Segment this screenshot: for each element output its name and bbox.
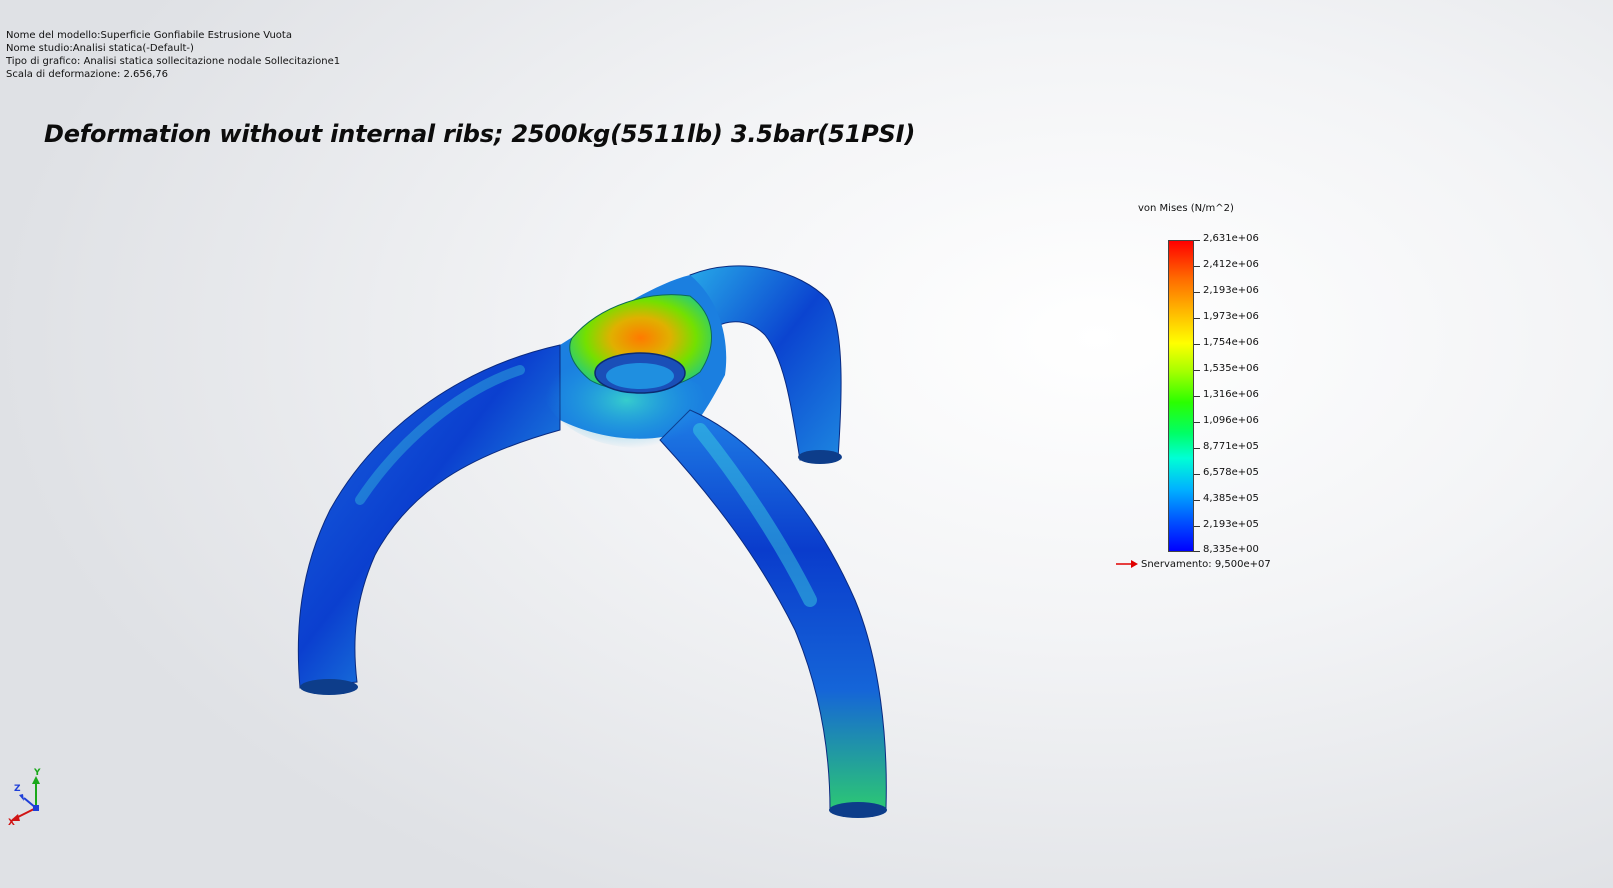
legend-tick [1194,396,1200,397]
legend-tick-label: 8,771e+05 [1203,441,1259,452]
axis-z-label: Z [14,784,21,794]
legend-tick [1194,500,1200,501]
hub-opening-inner [606,363,674,389]
stress-legend[interactable]: von Mises (N/m^2) 2,631e+06 2,412e+06 2,… [1116,200,1330,590]
legend-tick [1194,526,1200,527]
legend-tick-label: 2,193e+06 [1203,285,1259,296]
legend-tick [1194,551,1200,552]
yield-strength-label: Snervamento: 9,500e+07 [1141,558,1271,570]
legend-color-bar [1168,240,1194,552]
legend-tick [1194,240,1200,241]
legend-tick [1194,448,1200,449]
legend-tick [1194,318,1200,319]
legend-tick-label: 2,412e+06 [1203,259,1259,270]
yield-indicator: Snervamento: 9,500e+07 [1115,557,1271,571]
back-foot [798,450,842,464]
legend-tick-label: 1,535e+06 [1203,363,1259,374]
yield-arrow-icon [1116,560,1138,568]
legend-tick-label: 8,335e+00 [1203,544,1259,555]
left-foot [300,679,358,695]
legend-tick [1194,370,1200,371]
legend-tick [1194,474,1200,475]
legend-tick-label: 6,578e+05 [1203,467,1259,478]
legend-tick-label: 1,973e+06 [1203,311,1259,322]
legend-tick-label: 2,193e+05 [1203,519,1259,530]
legend-tick-label: 2,631e+06 [1203,233,1259,244]
legend-tick [1194,344,1200,345]
stress-plot-model[interactable] [0,0,1613,888]
axis-triad[interactable]: Y X Z [6,768,56,828]
left-leg [297,344,561,689]
graphics-viewport[interactable]: Nome del modello:Superficie Gonfiabile E… [0,0,1613,888]
axis-x-label: X [8,818,15,828]
legend-tick [1194,422,1200,423]
legend-title: von Mises (N/m^2) [1138,203,1234,214]
front-foot [829,802,887,818]
legend-tick-label: 4,385e+05 [1203,493,1259,504]
legend-tick-label: 1,754e+06 [1203,337,1259,348]
axis-y-label: Y [34,768,41,778]
legend-tick-label: 1,316e+06 [1203,389,1259,400]
legend-tick [1194,266,1200,267]
legend-tick [1194,292,1200,293]
legend-tick-label: 1,096e+06 [1203,415,1259,426]
front-leg [659,409,887,811]
